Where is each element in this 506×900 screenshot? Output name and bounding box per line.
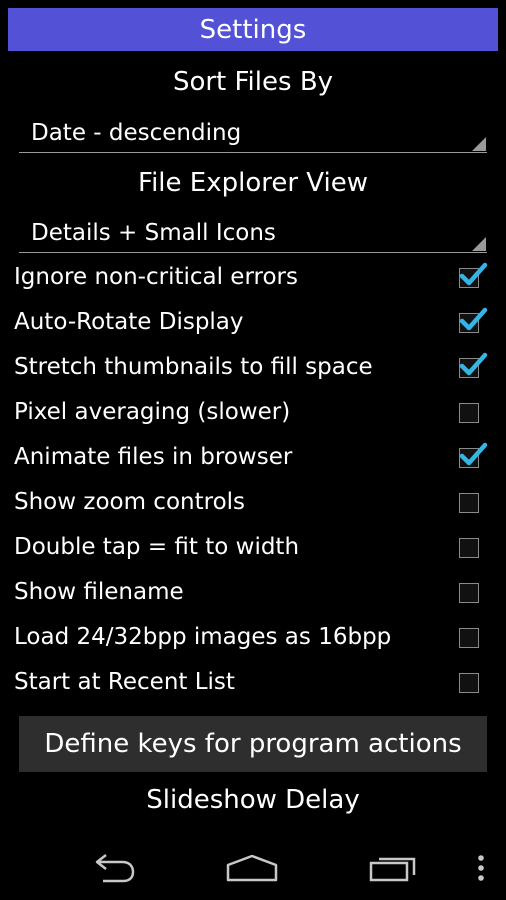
option-label: Start at Recent List	[14, 669, 235, 695]
checkbox[interactable]	[459, 538, 479, 558]
option-label: Stretch thumbnails to fill space	[14, 354, 373, 380]
home-icon	[226, 854, 278, 882]
title-bar: Settings	[8, 8, 498, 51]
option-double-tap-row[interactable]: Double tap = fit to width	[0, 526, 506, 571]
navigation-bar	[0, 836, 506, 900]
option-label: Show zoom controls	[14, 489, 246, 515]
checkbox[interactable]	[459, 493, 479, 513]
checkmark-icon	[459, 352, 488, 376]
checkmark-icon	[459, 442, 488, 466]
overflow-menu-button[interactable]	[466, 836, 496, 900]
slideshow-delay-heading: Slideshow Delay	[146, 785, 360, 815]
overflow-menu-icon	[478, 855, 484, 881]
option-auto-rotate-row[interactable]: Auto-Rotate Display	[0, 301, 506, 346]
file-explorer-view-heading: File Explorer View	[138, 168, 368, 198]
back-icon	[95, 854, 135, 883]
checkbox[interactable]	[459, 628, 479, 648]
define-keys-button[interactable]: Define keys for program actions	[19, 716, 487, 772]
option-pixel-averaging-row[interactable]: Pixel averaging (slower)	[0, 391, 506, 436]
option-label: Show filename	[14, 579, 184, 605]
sort-files-heading: Sort Files By	[172, 67, 334, 97]
option-label: Animate files in browser	[14, 444, 293, 470]
home-button[interactable]	[210, 836, 294, 900]
option-label: Double tap = fit to width	[14, 534, 300, 560]
option-label: Pixel averaging (slower)	[14, 399, 291, 425]
checkbox[interactable]	[459, 673, 479, 693]
checkmark-icon	[459, 307, 488, 331]
option-recent-list-row[interactable]: Start at Recent List	[0, 661, 506, 706]
option-16bpp-row[interactable]: Load 24/32bpp images as 16bpp	[0, 616, 506, 661]
dropdown-arrow-icon	[472, 237, 486, 251]
option-label: Ignore non-critical errors	[14, 264, 298, 290]
option-show-filename-row[interactable]: Show filename	[0, 571, 506, 616]
option-stretch-thumbnails-row[interactable]: Stretch thumbnails to fill space	[0, 346, 506, 391]
recent-apps-icon	[369, 857, 416, 882]
option-label: Load 24/32bpp images as 16bpp	[14, 624, 392, 650]
sort-files-value: Date - descending	[31, 120, 242, 146]
checkbox[interactable]	[459, 583, 479, 603]
option-animate-files-row[interactable]: Animate files in browser	[0, 436, 506, 481]
checkmark-icon	[459, 262, 488, 286]
dropdown-arrow-icon	[472, 137, 486, 151]
back-button[interactable]	[70, 836, 154, 900]
sort-files-spinner[interactable]: Date - descending	[19, 116, 487, 153]
option-label: Auto-Rotate Display	[14, 309, 244, 335]
file-explorer-view-value: Details + Small Icons	[31, 220, 276, 246]
recent-apps-button[interactable]	[352, 836, 436, 900]
checkbox[interactable]	[459, 403, 479, 423]
page-title: Settings	[199, 14, 307, 45]
file-explorer-view-spinner[interactable]: Details + Small Icons	[19, 216, 487, 253]
option-zoom-controls-row[interactable]: Show zoom controls	[0, 481, 506, 526]
option-ignore-errors-row[interactable]: Ignore non-critical errors	[0, 256, 506, 301]
